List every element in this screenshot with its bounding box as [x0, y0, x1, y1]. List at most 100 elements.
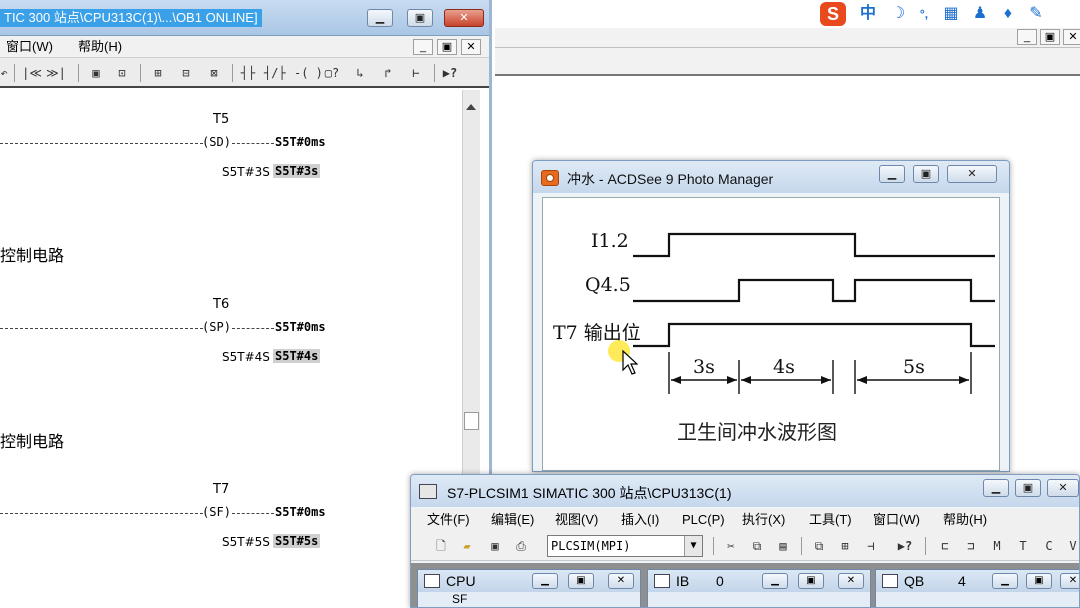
maximize-button[interactable]: ▣ [1015, 479, 1041, 497]
tile-icon[interactable]: ⊞ [835, 536, 855, 556]
menu-execute[interactable]: 执行(X) [742, 511, 785, 529]
scrollbar-thumb[interactable] [464, 412, 479, 430]
last-icon[interactable]: ≫| [46, 63, 66, 83]
minimize-button[interactable]: ▁ [532, 573, 558, 589]
scroll-up-icon[interactable] [466, 104, 476, 110]
insert-output-icon[interactable]: ⊐ [961, 536, 981, 556]
moon-icon[interactable]: ☽ [888, 4, 908, 24]
user-icon[interactable]: ♟ [970, 4, 990, 24]
ib-subwindow[interactable]: IB 0 ▁ ▣ ✕ [647, 569, 871, 607]
new-icon[interactable]: 🗋 [431, 536, 451, 556]
background-window-titlebar: _ ▣ ✕ [495, 28, 1080, 48]
print-icon[interactable]: ⎙ [511, 536, 531, 556]
close-button[interactable]: ✕ [608, 573, 634, 589]
timer-coil[interactable]: (SF) [202, 505, 231, 519]
tools-icon[interactable]: ✎ [1026, 4, 1046, 24]
insert-timer-icon[interactable]: T [1013, 536, 1033, 556]
close-button[interactable]: ✕ [1047, 479, 1079, 497]
mdi-close-button[interactable]: ✕ [461, 39, 481, 55]
minimize-button[interactable]: ▁ [879, 165, 905, 183]
menu-help[interactable]: 帮助(H) [78, 38, 122, 56]
menu-help[interactable]: 帮助(H) [943, 511, 987, 529]
connection-icon[interactable]: ⊢ [406, 63, 426, 83]
delete-row-icon[interactable]: ⊠ [204, 63, 224, 83]
menu-tools[interactable]: 工具(T) [809, 511, 852, 529]
menu-file[interactable]: 文件(F) [427, 511, 470, 529]
branch-open-icon[interactable]: ↳ [350, 63, 370, 83]
menu-insert[interactable]: 插入(I) [621, 511, 659, 529]
maximize-button[interactable]: ▣ [798, 573, 824, 589]
coil-icon[interactable]: -( ) [294, 63, 323, 83]
insert-row-icon[interactable]: ⊟ [176, 63, 196, 83]
maximize-button[interactable]: ▣ [913, 165, 939, 183]
nc-contact-icon[interactable]: ┤/├ [264, 63, 286, 83]
close-button[interactable]: ✕ [838, 573, 864, 589]
minimize-button[interactable]: ▁ [992, 573, 1018, 589]
timer-coil[interactable]: (SD) [202, 135, 231, 149]
preset-time-value: S5T#3s [273, 164, 321, 178]
byte-address[interactable]: 0 [716, 573, 724, 589]
qb-subwindow[interactable]: QB 4 ▁ ▣ ✕ [875, 569, 1079, 607]
keyboard-icon[interactable]: ▦ [940, 4, 962, 24]
insert-counter-icon[interactable]: C [1039, 536, 1059, 556]
close-button[interactable]: ✕ [444, 9, 484, 27]
minimize-icon: ▁ [991, 482, 1001, 494]
no-contact-icon[interactable]: ┤├ [238, 63, 258, 83]
rung-line [232, 513, 274, 514]
editor-toolbar: ↶ |≪ ≫| ▣ ⊡ ⊞ ⊟ ⊠ ┤├ ┤/├ -( ) ▢? ↳ ↱ ⊢ ▶… [0, 58, 489, 88]
branch-close-icon[interactable]: ↱ [378, 63, 398, 83]
minimize-button[interactable]: ▁ [762, 573, 788, 589]
copy-icon[interactable]: ⧉ [747, 536, 767, 556]
minimize-button[interactable]: ▁ [983, 479, 1009, 497]
chevron-down-icon[interactable]: ▼ [684, 536, 702, 556]
byte-address[interactable]: 4 [958, 573, 966, 589]
cut-icon[interactable]: ✂ [721, 536, 741, 556]
box-icon[interactable]: ▢? [322, 63, 342, 83]
maximize-button[interactable]: ▣ [568, 573, 594, 589]
sogou-logo-icon[interactable]: S [820, 2, 846, 26]
background-window-toolbar [495, 48, 1080, 76]
plcsim-window: S7-PLCSIM1 SIMATIC 300 站点\CPU313C(1) ▁ ▣… [410, 474, 1080, 608]
cpu-subwindow[interactable]: CPU ▁ ▣ ✕ SF [417, 569, 641, 607]
close-button[interactable]: ✕ [947, 165, 997, 183]
ladder-editor-body: T5 (SD) S5T#0ms S5T#3S S5T#3s 控制电路 T6 (S… [0, 90, 462, 608]
timer-coil[interactable]: (SP) [202, 320, 231, 334]
close-button[interactable]: ✕ [1060, 573, 1079, 589]
skin-icon[interactable]: ♦ [998, 4, 1018, 24]
insert-variable-icon[interactable]: V [1063, 536, 1079, 556]
pin-icon[interactable]: ⊣ [861, 536, 881, 556]
mdi-minimize-button[interactable]: _ [1017, 29, 1037, 45]
insert-memory-icon[interactable]: M [987, 536, 1007, 556]
close-icon: ✕ [967, 168, 977, 180]
punctuation-icon[interactable]: °, [914, 4, 934, 24]
help-icon[interactable]: ▶? [895, 536, 915, 556]
interface-select[interactable]: PLCSIM(MPI) ▼ [547, 535, 703, 557]
menu-window[interactable]: 窗口(W) [873, 511, 920, 529]
menu-view[interactable]: 视图(V) [555, 511, 598, 529]
toolbar-separator [713, 537, 714, 555]
menu-window[interactable]: 窗口(W) [6, 38, 53, 56]
maximize-button[interactable]: ▣ [407, 9, 433, 27]
ime-mode-button[interactable]: 中 [858, 4, 878, 24]
menu-plc[interactable]: PLC(P) [682, 511, 725, 529]
plcsim-title: S7-PLCSIM1 SIMATIC 300 站点\CPU313C(1) [447, 485, 732, 501]
network-icon[interactable]: ⊞ [148, 63, 168, 83]
menu-edit[interactable]: 编辑(E) [491, 511, 534, 529]
mdi-close-button[interactable]: ✕ [1063, 29, 1080, 45]
cascade-icon[interactable]: ⧉ [809, 536, 829, 556]
zoom-icon[interactable]: ⊡ [112, 63, 132, 83]
insert-input-icon[interactable]: ⊏ [935, 536, 955, 556]
minimize-button[interactable]: ▁ [367, 9, 393, 27]
view-icon[interactable]: ▣ [86, 63, 106, 83]
mdi-restore-button[interactable]: ▣ [1040, 29, 1060, 45]
mdi-minimize-button[interactable]: _ [413, 39, 433, 55]
coil-type: SP [209, 320, 224, 334]
paste-icon[interactable]: ▤ [773, 536, 793, 556]
mdi-restore-button[interactable]: ▣ [437, 39, 457, 55]
help-icon[interactable]: ▶? [440, 63, 460, 83]
undo-icon[interactable]: ↶ [0, 63, 14, 83]
maximize-button[interactable]: ▣ [1026, 573, 1052, 589]
first-icon[interactable]: |≪ [22, 63, 42, 83]
save-icon[interactable]: ▣ [485, 536, 505, 556]
open-folder-icon[interactable]: ▰ [457, 536, 477, 556]
